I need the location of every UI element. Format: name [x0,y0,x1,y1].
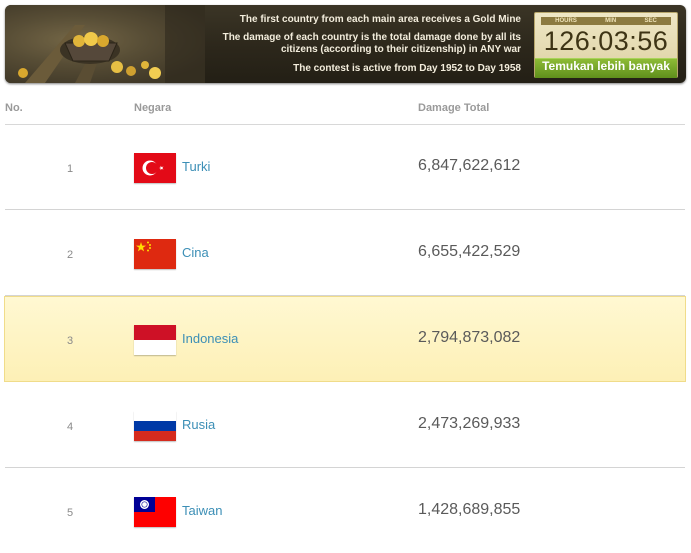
rank-column-header: No. [5,102,23,114]
rank: 5 [66,507,74,519]
table-row: 5 Taiwan 1,428,689,855 [5,469,685,553]
damage-value: 6,847,622,612 [418,157,521,174]
damage-value: 1,428,689,855 [418,501,521,518]
timer-value: 126:03:56 [543,26,669,56]
timer-unit-labels: HOURS MIN SEC [541,17,671,25]
damage-column-header: Damage Total [418,102,490,114]
country-column-header: Negara [134,102,172,114]
rank: 1 [66,163,74,175]
country-link[interactable]: Cina [182,245,209,260]
rank: 4 [66,421,74,433]
country-link[interactable]: Indonesia [182,331,238,346]
contest-rules: The first country from each main area re… [191,14,521,81]
damage-value: 2,794,873,082 [418,329,521,346]
table-row: 2 Cina 6,655,422,529 [5,211,685,296]
country-link[interactable]: Taiwan [182,503,222,518]
countdown-timer: HOURS MIN SEC 126:03:56 Temukan lebih ba… [534,12,678,78]
russia-flag-icon [134,411,176,441]
gold-mine-illustration [5,5,205,83]
damage-value: 6,655,422,529 [418,243,521,260]
hours-label: HOURS [555,18,577,24]
sec-label: SEC [644,18,657,24]
rule-contest-days: The contest is active from Day 1952 to D… [293,63,521,74]
rank: 2 [66,249,74,261]
contest-banner: The first country from each main area re… [5,5,686,83]
taiwan-flag-icon [134,497,176,527]
table-row-highlighted: 3 Indonesia 2,794,873,082 [4,296,686,382]
table-row: 4 Rusia 2,473,269,933 [5,383,685,468]
table-row: 1 Turki 6,847,622,612 [5,125,685,210]
table-header: No. Negara Damage Total [5,96,685,125]
country-link[interactable]: Turki [182,159,210,174]
rule-damage: The damage of each country is the total … [222,32,521,55]
find-out-more-button[interactable]: Temukan lebih banyak [535,58,677,78]
rule-gold-mine: The first country from each main area re… [239,14,521,25]
indonesia-flag-icon [134,325,176,355]
turkey-flag-icon [134,153,176,183]
china-flag-icon [134,239,176,269]
country-link[interactable]: Rusia [182,417,215,432]
rank: 3 [66,335,74,347]
min-label: MIN [605,18,617,24]
damage-value: 2,473,269,933 [418,415,521,432]
